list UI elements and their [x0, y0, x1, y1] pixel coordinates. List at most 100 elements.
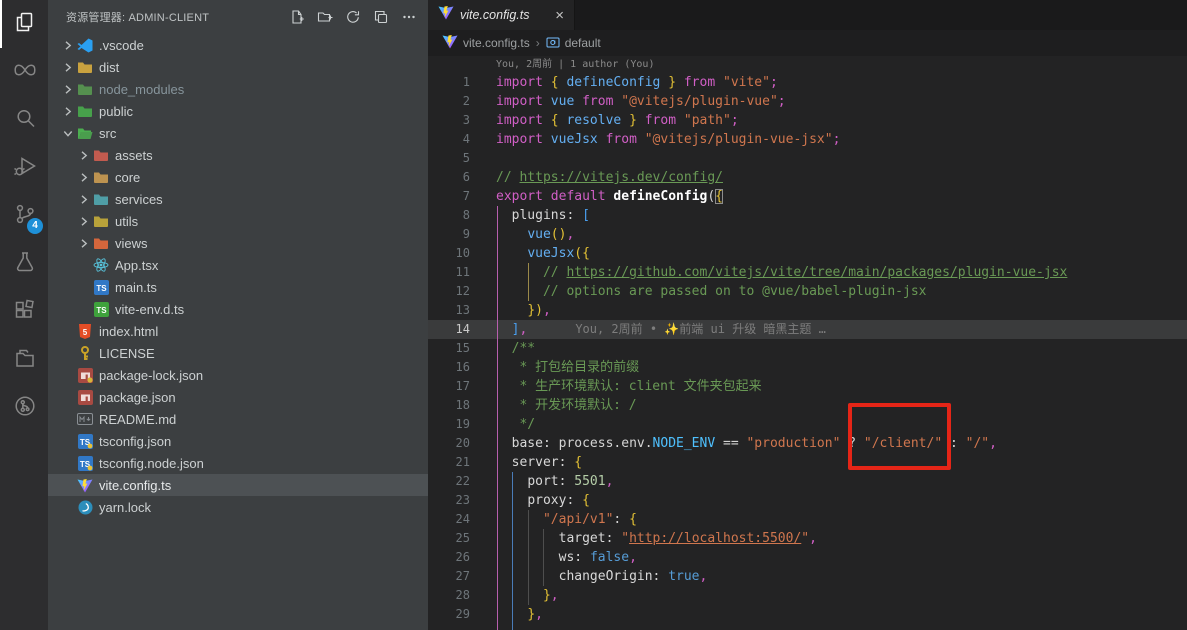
line-number[interactable]: 1: [428, 73, 496, 92]
activity-folders-icon[interactable]: [0, 336, 48, 384]
line-number[interactable]: 26: [428, 548, 496, 567]
code-line-9[interactable]: 9 vue(),: [428, 225, 1187, 244]
code-line-13[interactable]: 13 }),: [428, 301, 1187, 320]
tree-item-node-modules[interactable]: node_modules: [48, 78, 428, 100]
line-number[interactable]: 12: [428, 282, 496, 301]
code-line-6[interactable]: 6// https://vitejs.dev/config/: [428, 168, 1187, 187]
line-number[interactable]: 6: [428, 168, 496, 187]
tree-item-LICENSE[interactable]: LICENSE: [48, 342, 428, 364]
code-line-24[interactable]: 24 "/api/v1": {: [428, 510, 1187, 529]
tree-item-core[interactable]: core: [48, 166, 428, 188]
more-actions-icon[interactable]: [400, 8, 418, 26]
activity-gitlens-icon[interactable]: [0, 384, 48, 432]
tree-item-index.html[interactable]: 5index.html: [48, 320, 428, 342]
tree-item-assets[interactable]: assets: [48, 144, 428, 166]
tree-item-.vscode[interactable]: .vscode: [48, 34, 428, 56]
tree-item-public[interactable]: public: [48, 100, 428, 122]
line-number[interactable]: 7: [428, 187, 496, 206]
code-line-22[interactable]: 22 port: 5501,: [428, 472, 1187, 491]
tree-item-package.json[interactable]: package.json: [48, 386, 428, 408]
line-number[interactable]: 14: [428, 320, 496, 339]
code-line-14[interactable]: 14 ],You, 2周前 • ✨前端 ui 升级 暗黑主题 …: [428, 320, 1187, 339]
code-line-3[interactable]: 3import { resolve } from "path";: [428, 111, 1187, 130]
tree-item-dist[interactable]: dist: [48, 56, 428, 78]
code-line-12[interactable]: 12 // options are passed on to @vue/babe…: [428, 282, 1187, 301]
line-number[interactable]: 24: [428, 510, 496, 529]
tree-item-main.ts[interactable]: TSmain.ts: [48, 276, 428, 298]
code-line-23[interactable]: 23 proxy: {: [428, 491, 1187, 510]
activity-source-control-icon[interactable]: 4: [0, 192, 48, 240]
line-number[interactable]: 20: [428, 434, 496, 453]
code-editor[interactable]: You, 2周前 | 1 author (You) 1import { defi…: [428, 56, 1187, 630]
tab-vite-config[interactable]: vite.config.ts ×: [428, 0, 575, 30]
activity-files-icon[interactable]: [0, 0, 48, 48]
new-folder-icon[interactable]: [316, 8, 334, 26]
line-number[interactable]: 22: [428, 472, 496, 491]
tree-item-vite.config.ts[interactable]: vite.config.ts: [48, 474, 428, 496]
line-number[interactable]: 29: [428, 605, 496, 624]
code-line-5[interactable]: 5: [428, 149, 1187, 168]
tree-item-tsconfig.node.json[interactable]: TStsconfig.node.json: [48, 452, 428, 474]
activity-search-icon[interactable]: [0, 96, 48, 144]
tree-item-vite-env.d.ts[interactable]: TSvite-env.d.ts: [48, 298, 428, 320]
codelens-blame[interactable]: You, 2周前 | 1 author (You): [428, 56, 1187, 73]
code-line-7[interactable]: 7export default defineConfig({: [428, 187, 1187, 206]
line-number[interactable]: 28: [428, 586, 496, 605]
code-line-27[interactable]: 27 changeOrigin: true,: [428, 567, 1187, 586]
line-number[interactable]: 25: [428, 529, 496, 548]
code-line-1[interactable]: 1import { defineConfig } from "vite";: [428, 73, 1187, 92]
tree-item-yarn.lock[interactable]: yarn.lock: [48, 496, 428, 518]
tree-item-utils[interactable]: utils: [48, 210, 428, 232]
line-number[interactable]: 11: [428, 263, 496, 282]
code-line-19[interactable]: 19 */: [428, 415, 1187, 434]
refresh-icon[interactable]: [344, 8, 362, 26]
code-line-20[interactable]: 20 base: process.env.NODE_ENV == "produc…: [428, 434, 1187, 453]
code-line-17[interactable]: 17 * 生产环境默认: client 文件夹包起来: [428, 377, 1187, 396]
line-number[interactable]: 19: [428, 415, 496, 434]
line-number[interactable]: 23: [428, 491, 496, 510]
line-number[interactable]: 13: [428, 301, 496, 320]
tree-item-src[interactable]: src: [48, 122, 428, 144]
code-line-10[interactable]: 10 vueJsx({: [428, 244, 1187, 263]
line-number[interactable]: 18: [428, 396, 496, 415]
line-number[interactable]: 8: [428, 206, 496, 225]
breadcrumb-file[interactable]: vite.config.ts: [442, 34, 530, 52]
code-line-15[interactable]: 15 /**: [428, 339, 1187, 358]
code-line-2[interactable]: 2import vue from "@vitejs/plugin-vue";: [428, 92, 1187, 111]
code-line-29[interactable]: 29 },: [428, 605, 1187, 624]
code-line-8[interactable]: 8 plugins: [: [428, 206, 1187, 225]
line-number[interactable]: 5: [428, 149, 496, 168]
line-number[interactable]: 16: [428, 358, 496, 377]
tree-item-services[interactable]: services: [48, 188, 428, 210]
activity-testing-icon[interactable]: [0, 240, 48, 288]
code-line-18[interactable]: 18 * 开发环境默认: /: [428, 396, 1187, 415]
activity-infinity-icon[interactable]: [0, 48, 48, 96]
code-line-25[interactable]: 25 target: "http://localhost:5500/",: [428, 529, 1187, 548]
tree-item-App.tsx[interactable]: App.tsx: [48, 254, 428, 276]
new-file-icon[interactable]: [288, 8, 306, 26]
collapse-explorer-icon[interactable]: [372, 8, 390, 26]
tree-item-tsconfig.json[interactable]: TStsconfig.json: [48, 430, 428, 452]
code-line-11[interactable]: 11 // https://github.com/vitejs/vite/tre…: [428, 263, 1187, 282]
line-number[interactable]: 4: [428, 130, 496, 149]
line-number[interactable]: 21: [428, 453, 496, 472]
line-number[interactable]: 2: [428, 92, 496, 111]
line-number[interactable]: 10: [428, 244, 496, 263]
code-line-28[interactable]: 28 },: [428, 586, 1187, 605]
line-number[interactable]: 17: [428, 377, 496, 396]
line-number[interactable]: 27: [428, 567, 496, 586]
line-number[interactable]: 3: [428, 111, 496, 130]
code-line-21[interactable]: 21 server: {: [428, 453, 1187, 472]
tree-item-README.md[interactable]: README.md: [48, 408, 428, 430]
activity-extensions-icon[interactable]: [0, 288, 48, 336]
close-icon[interactable]: ×: [553, 8, 566, 23]
tree-item-views[interactable]: views: [48, 232, 428, 254]
line-number[interactable]: 15: [428, 339, 496, 358]
tree-item-package-lock.json[interactable]: package-lock.json: [48, 364, 428, 386]
code-line-26[interactable]: 26 ws: false,: [428, 548, 1187, 567]
code-line-16[interactable]: 16 * 打包给目录的前缀: [428, 358, 1187, 377]
code-line-4[interactable]: 4import vueJsx from "@vitejs/plugin-vue-…: [428, 130, 1187, 149]
line-number[interactable]: 9: [428, 225, 496, 244]
activity-run-debug-icon[interactable]: [0, 144, 48, 192]
breadcrumb-symbol[interactable]: default: [546, 35, 601, 52]
